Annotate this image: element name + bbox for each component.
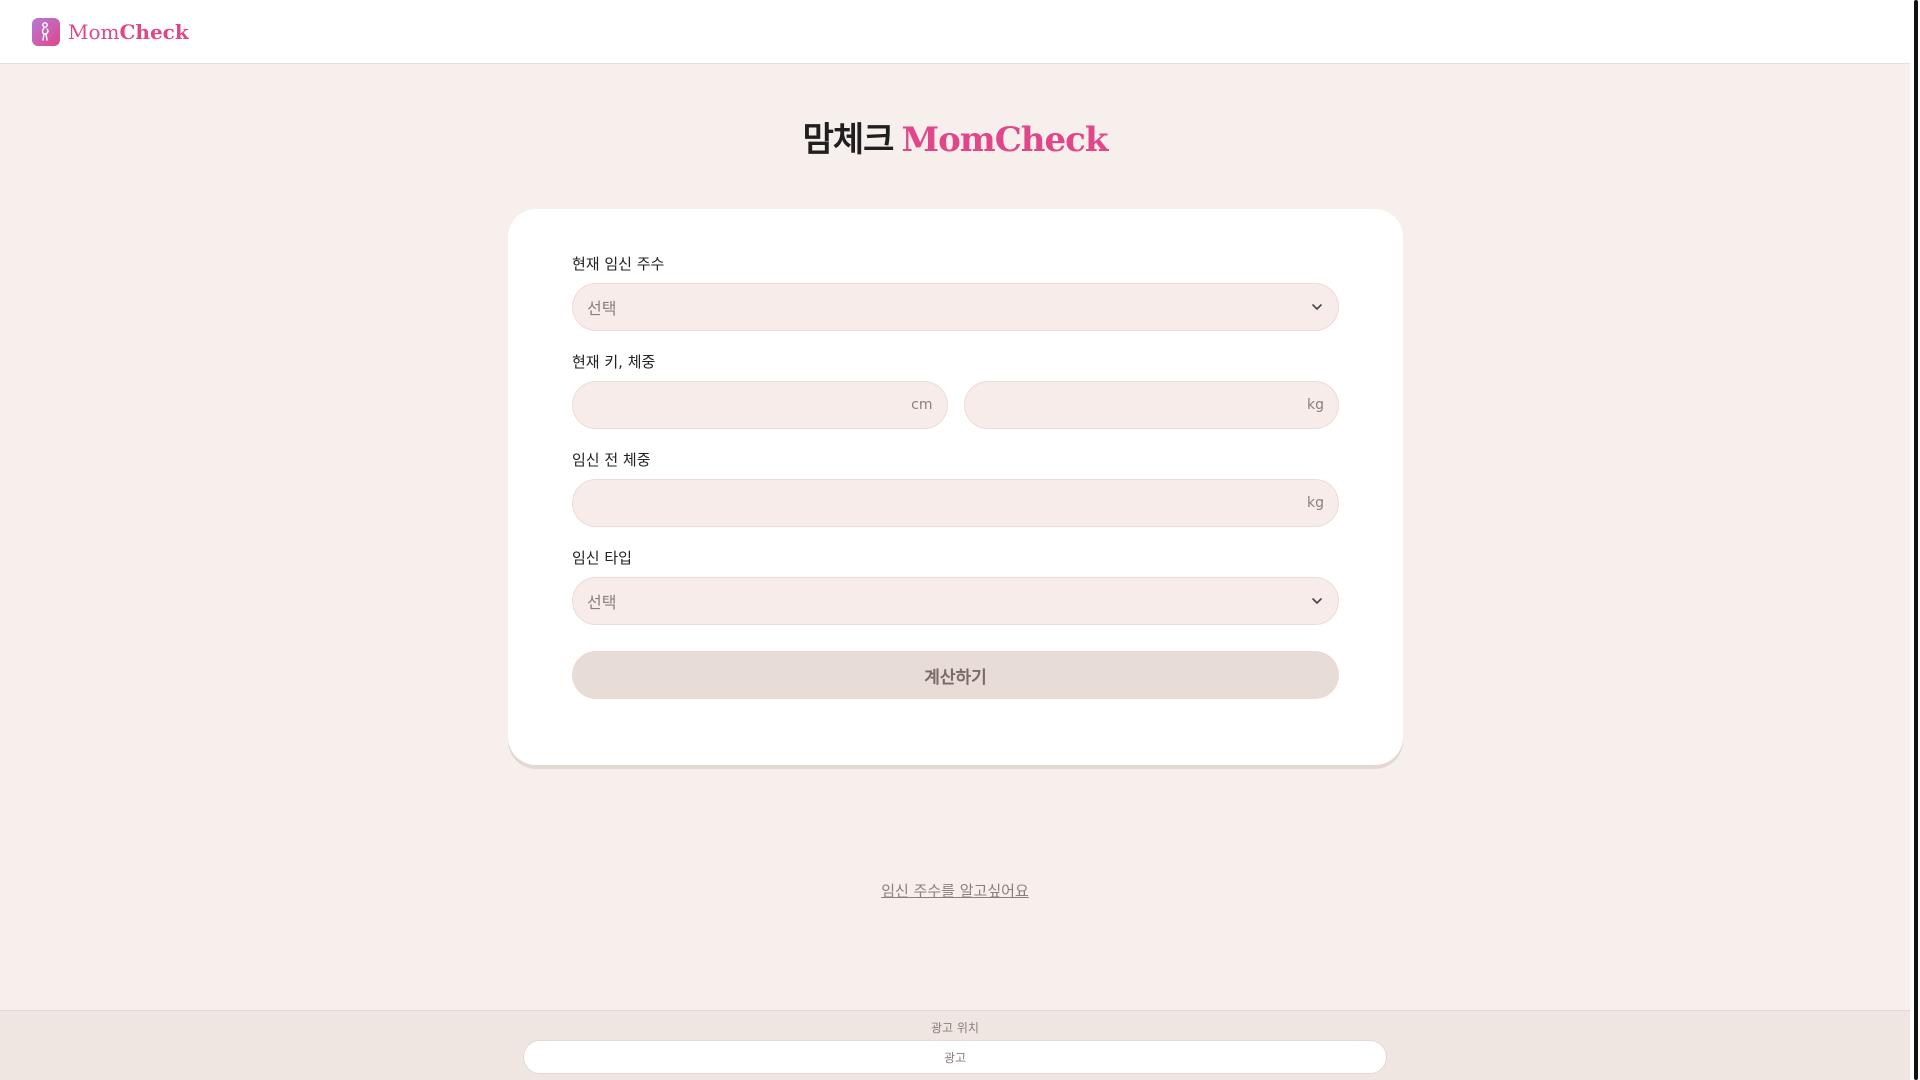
pregnancy-type-placeholder: 선택 xyxy=(587,593,617,612)
brand-name: MomCheck xyxy=(68,19,189,44)
height-unit: cm xyxy=(911,397,933,413)
height-weight-label: 현재 키, 체중 xyxy=(572,353,656,371)
pre-pregnancy-weight-field: 임신 전 체중 kg xyxy=(572,451,1339,527)
scrollbar[interactable] xyxy=(1910,0,1920,1080)
height-input[interactable]: cm xyxy=(572,381,948,429)
ad-label: 광고 위치 xyxy=(931,1021,979,1035)
pregnant-woman-icon xyxy=(32,17,60,46)
gestational-week-help-link[interactable]: 임신 주수를 알고싶어요 xyxy=(0,880,1910,901)
page-title: 맘체크 MomCheck xyxy=(0,112,1910,161)
weight-unit: kg xyxy=(1307,397,1324,413)
pregnancy-type-select[interactable]: 선택 xyxy=(572,577,1339,625)
app-header: MomCheck xyxy=(0,0,1910,64)
page-title-english: MomCheck xyxy=(901,120,1108,160)
chevron-down-icon xyxy=(1312,598,1322,605)
pregnancy-type-field: 임신 타입 선택 xyxy=(572,549,1339,625)
scrollbar-thumb[interactable] xyxy=(1914,0,1918,1080)
pregnancy-type-label: 임신 타입 xyxy=(572,549,632,567)
pre-pregnancy-weight-input[interactable]: kg xyxy=(572,479,1339,527)
pre-pregnancy-weight-label: 임신 전 체중 xyxy=(572,451,651,469)
weight-input[interactable]: kg xyxy=(963,381,1339,429)
chevron-down-icon xyxy=(1312,304,1322,311)
page-title-korean: 맘체크 xyxy=(802,120,895,160)
calculate-button[interactable]: 계산하기 xyxy=(572,651,1339,699)
ad-banner[interactable]: 광고 xyxy=(523,1040,1387,1074)
height-weight-field: 현재 키, 체중 cm kg xyxy=(572,353,1339,429)
gestational-week-placeholder: 선택 xyxy=(587,299,617,318)
ad-area: 광고 위치 광고 xyxy=(0,1010,1910,1080)
gestational-week-label: 현재 임신 주수 xyxy=(572,255,665,273)
brand-logo[interactable]: MomCheck xyxy=(32,17,189,46)
gestational-week-field: 현재 임신 주수 선택 xyxy=(572,255,1339,331)
gestational-week-select[interactable]: 선택 xyxy=(572,283,1339,331)
pre-pregnancy-weight-unit: kg xyxy=(1307,495,1324,511)
calculator-card: 현재 임신 주수 선택 현재 키, 체중 cm kg 임신 전 체중 kg 임신… xyxy=(508,209,1403,765)
